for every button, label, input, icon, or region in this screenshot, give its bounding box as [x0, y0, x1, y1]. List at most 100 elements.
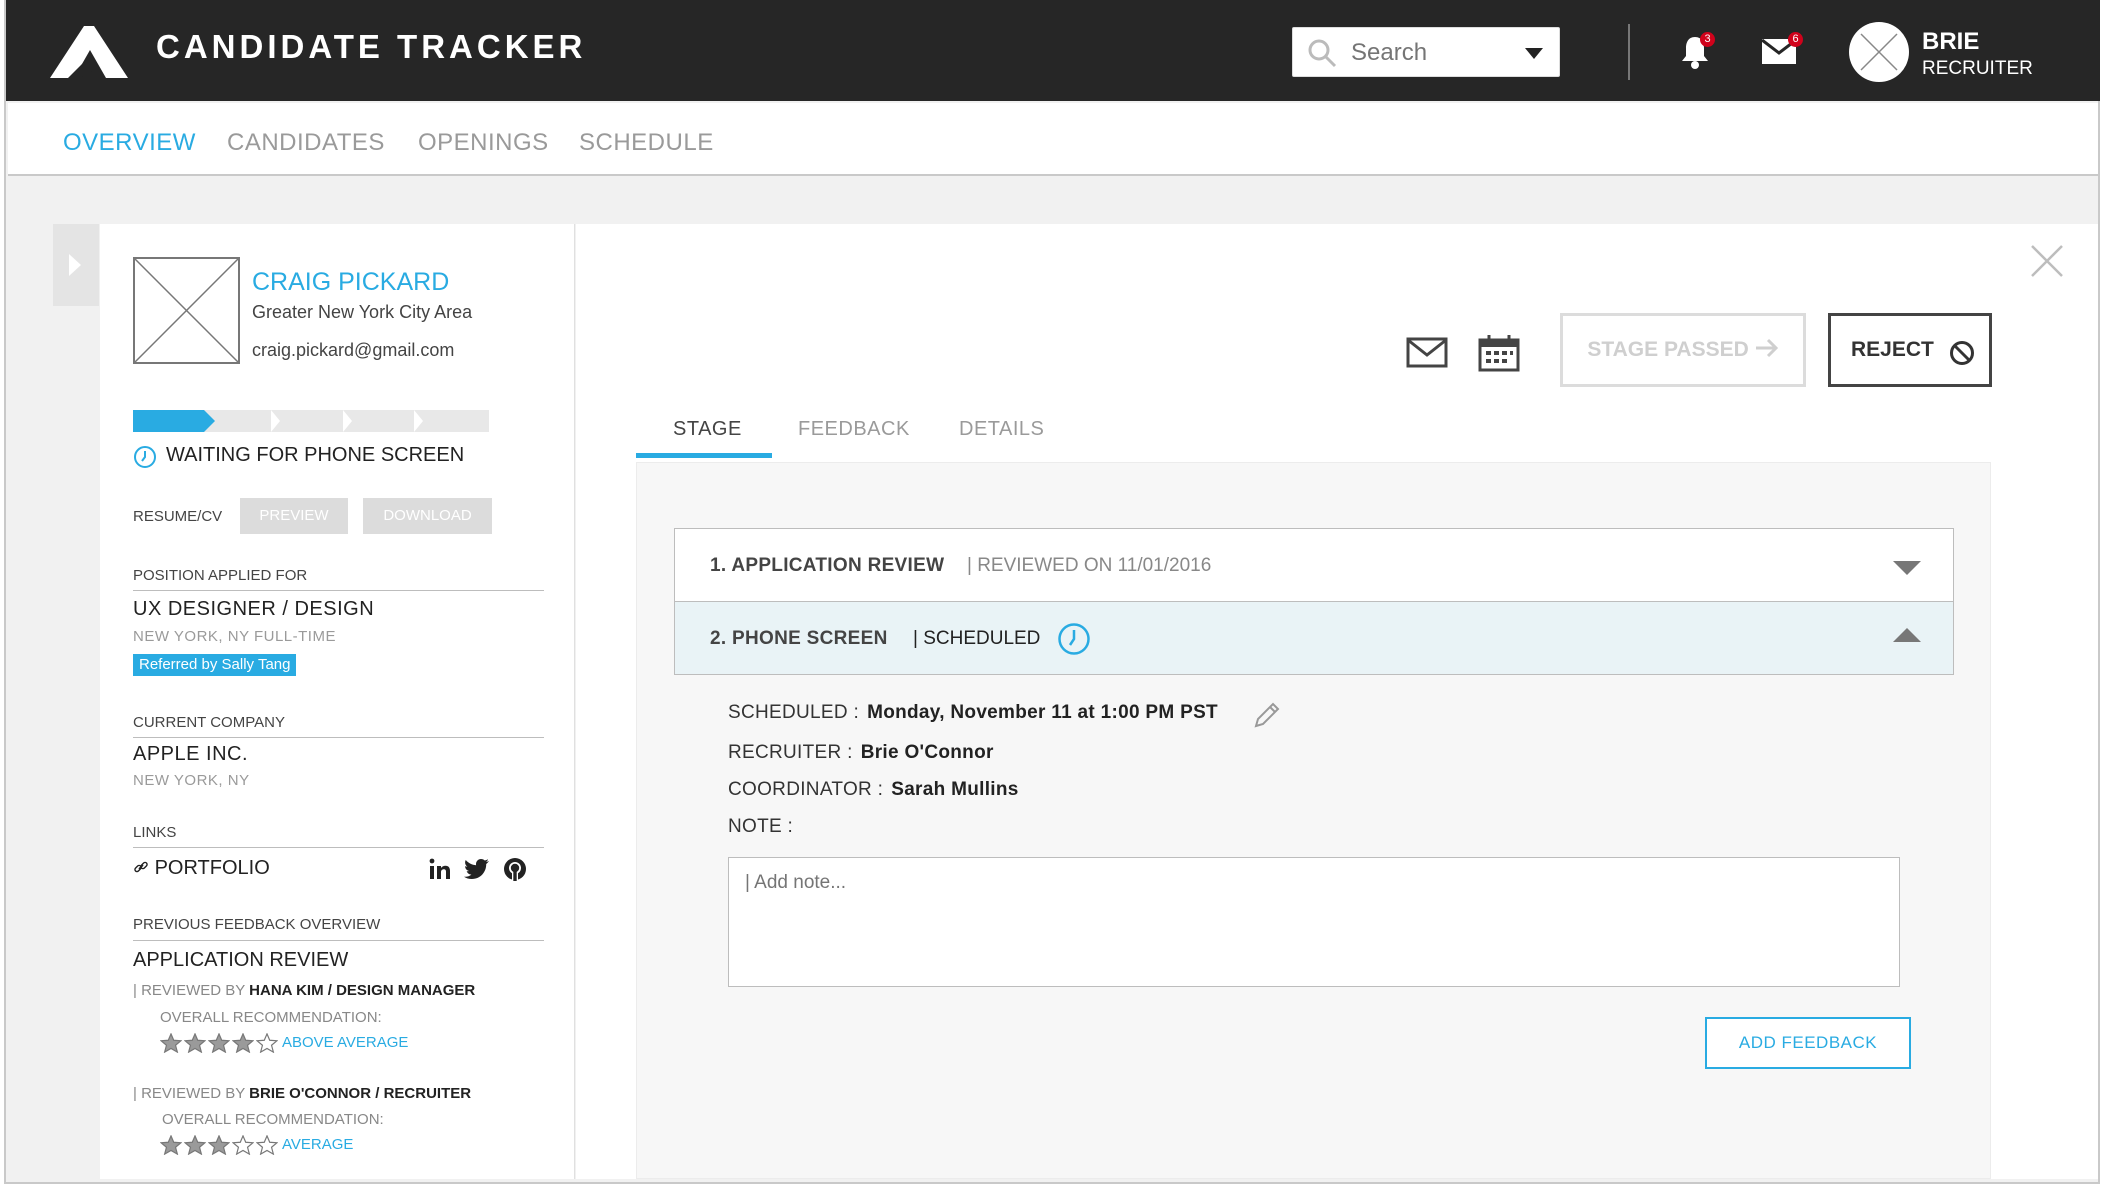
stage-title: 1. APPLICATION REVIEW [710, 555, 945, 576]
review-1-stars [160, 1033, 278, 1053]
resume-label: RESUME/CV [133, 508, 223, 525]
collapse-icon[interactable] [1893, 628, 1921, 642]
recruiter-value: Brie O'Connor [860, 742, 994, 763]
review-2-stars [160, 1135, 278, 1155]
note-label: NOTE : [728, 816, 794, 837]
tab-details[interactable]: DETAILS [959, 418, 1044, 441]
candidate-panel: CRAIG PICKARD Greater New York City Area… [100, 224, 575, 1179]
tab-stage[interactable]: STAGE [673, 418, 742, 441]
tab-feedback[interactable]: FEEDBACK [798, 418, 910, 441]
linkedin-icon[interactable] [428, 857, 452, 881]
arrow-right-icon [1755, 338, 1778, 358]
progress-chevron [204, 410, 216, 432]
stage-row-application-review[interactable]: 1. APPLICATION REVIEW | REVIEWED ON 11/0… [674, 528, 1954, 602]
coordinator-value: Sarah Mullins [891, 779, 1019, 800]
review-2-rating: AVERAGE [282, 1136, 354, 1153]
search-box[interactable] [1292, 27, 1560, 77]
reject-label: REJECT [1851, 338, 1934, 361]
close-icon[interactable] [2030, 244, 2064, 278]
collapse-panel-button[interactable] [53, 224, 99, 306]
coordinator-row: COORDINATOR : Sarah Mullins [728, 779, 1019, 801]
stage-passed-label: STAGE PASSED [1587, 338, 1749, 361]
reject-button[interactable]: REJECT [1828, 313, 1992, 387]
progress-chevron [271, 410, 281, 432]
link-icon [134, 861, 148, 873]
divider [133, 590, 544, 591]
avatar-placeholder-icon [1860, 33, 1898, 71]
edit-pencil-icon[interactable] [1252, 700, 1282, 730]
recruiter-label: RECRUITER : [728, 742, 853, 763]
review-2-reviewer: | REVIEWED BY BRIE O'CONNOR / RECRUITER [133, 1085, 471, 1102]
review-prefix: | REVIEWED BY [133, 982, 245, 999]
portfolio-label: PORTFOLIO [154, 857, 270, 879]
recruiter-row: RECRUITER : Brie O'Connor [728, 742, 994, 764]
company-section-label: CURRENT COMPANY [133, 714, 285, 731]
tab-openings[interactable]: OPENINGS [418, 129, 549, 157]
divider [133, 737, 544, 738]
tab-schedule[interactable]: SCHEDULE [579, 129, 714, 157]
github-icon[interactable] [503, 857, 527, 881]
divider [133, 940, 544, 941]
clock-icon [1058, 623, 1090, 655]
company-location: NEW YORK, NY [133, 772, 250, 789]
star-icon [160, 1033, 182, 1053]
company-name: APPLE INC. [133, 743, 249, 765]
divider [133, 847, 544, 848]
review-1-reviewer: | REVIEWED BY HANA KIM / DESIGN MANAGER [133, 982, 475, 999]
star-icon [232, 1033, 254, 1053]
search-dropdown-icon[interactable] [1525, 48, 1543, 59]
star-icon [232, 1135, 254, 1155]
active-tab-indicator [636, 453, 772, 458]
block-icon [1950, 341, 1974, 365]
star-icon [208, 1135, 230, 1155]
stage-row-phone-screen[interactable]: 2. PHONE SCREEN | SCHEDULED [674, 601, 1954, 675]
avatar[interactable] [1849, 22, 1909, 82]
search-icon [1308, 39, 1337, 68]
download-button[interactable]: DOWNLOAD [363, 498, 492, 534]
stage-status: | SCHEDULED [913, 628, 1041, 649]
note-input[interactable] [729, 858, 1899, 986]
portfolio-link[interactable]: PORTFOLIO [133, 857, 270, 880]
position-title: UX DESIGNER / DESIGN [133, 598, 375, 620]
notifications-button[interactable]: 3 [1680, 32, 1715, 75]
review-prefix: | REVIEWED BY [133, 1085, 245, 1102]
add-feedback-button[interactable]: ADD FEEDBACK [1705, 1017, 1911, 1069]
scheduled-value: Monday, November 11 at 1:00 PM PST [867, 702, 1218, 723]
logo-icon [50, 26, 128, 78]
review-2-label: OVERALL RECOMMENDATION: [162, 1111, 384, 1128]
messages-button[interactable]: 6 [1761, 32, 1803, 71]
tab-overview[interactable]: OVERVIEW [63, 129, 196, 157]
position-meta: NEW YORK, NY FULL-TIME [133, 628, 336, 645]
stage-passed-button[interactable]: STAGE PASSED [1560, 313, 1806, 387]
main-nav: OVERVIEW CANDIDATES OPENINGS SCHEDULE [8, 103, 2098, 176]
stage-progress-bar [133, 410, 489, 432]
coordinator-label: COORDINATOR : [728, 779, 884, 800]
progress-fill [133, 410, 205, 432]
preview-button[interactable]: PREVIEW [240, 498, 348, 534]
candidate-photo [133, 257, 240, 364]
reviewer-name: HANA KIM / DESIGN MANAGER [249, 982, 476, 999]
messages-badge: 6 [1788, 32, 1803, 47]
app-title: CANDIDATE TRACKER [156, 28, 587, 65]
links-section-label: LINKS [133, 824, 177, 841]
star-icon [184, 1135, 206, 1155]
search-input[interactable] [1349, 34, 1518, 72]
clock-icon [134, 446, 156, 468]
calendar-icon[interactable] [1478, 334, 1520, 372]
star-icon [256, 1135, 278, 1155]
candidate-email[interactable]: craig.pickard@gmail.com [252, 340, 454, 361]
referral-badge: Referred by Sally Tang [133, 654, 297, 676]
star-icon [160, 1135, 182, 1155]
feedback-stage-title: APPLICATION REVIEW [133, 949, 349, 971]
position-section-label: POSITION APPLIED FOR [133, 567, 308, 584]
candidate-name[interactable]: CRAIG PICKARD [252, 268, 449, 297]
scheduled-label: SCHEDULED : [728, 702, 860, 723]
expand-icon[interactable] [1893, 561, 1921, 575]
note-field[interactable] [728, 857, 1900, 987]
notifications-badge: 3 [1700, 32, 1715, 47]
tab-candidates[interactable]: CANDIDATES [227, 129, 385, 157]
candidate-location: Greater New York City Area [252, 302, 473, 322]
candidate-status: WAITING FOR PHONE SCREEN [166, 444, 465, 466]
twitter-icon[interactable] [464, 857, 490, 881]
email-candidate-icon[interactable] [1406, 337, 1448, 369]
